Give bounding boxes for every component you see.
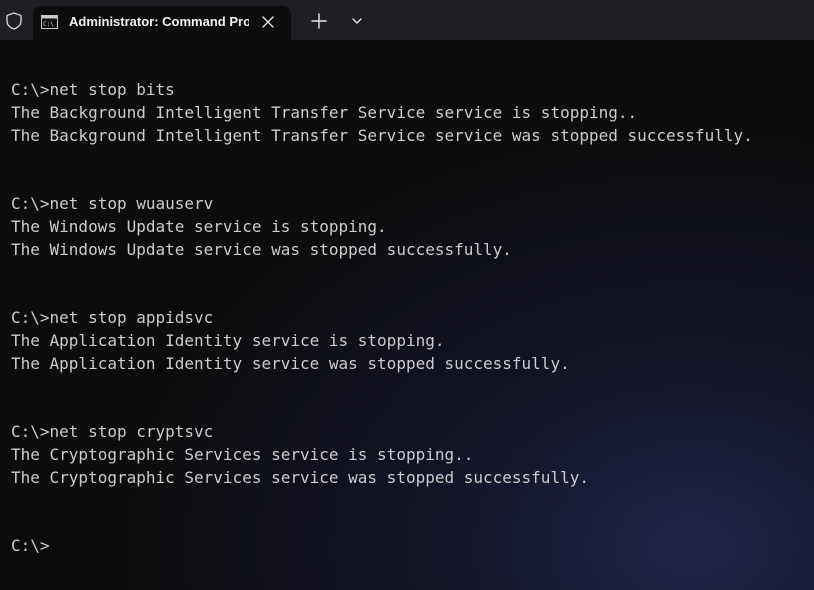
new-tab-button[interactable] — [308, 10, 330, 32]
chevron-down-icon[interactable] — [348, 12, 366, 30]
terminal-window: C:\ Administrator: Command Pro C:\>net s… — [0, 0, 814, 590]
terminal-line: The Cryptographic Services service is st… — [11, 445, 474, 464]
terminal-line: C:\>net stop cryptsvc — [11, 422, 214, 441]
terminal-line: The Background Intelligent Transfer Serv… — [11, 126, 753, 145]
terminal-line: The Background Intelligent Transfer Serv… — [11, 103, 638, 122]
terminal-line: The Windows Update service was stopped s… — [11, 240, 512, 259]
terminal-line: C:\>net stop bits — [11, 80, 175, 99]
terminal-line: The Application Identity service is stop… — [11, 331, 445, 350]
shield-icon — [6, 12, 22, 30]
tab-command-prompt[interactable]: C:\ Administrator: Command Pro — [33, 6, 291, 40]
close-icon[interactable] — [260, 14, 276, 30]
terminal-line: The Application Identity service was sto… — [11, 354, 570, 373]
terminal-line: The Cryptographic Services service was s… — [11, 468, 589, 487]
terminal-output[interactable]: C:\>net stop bits The Background Intelli… — [0, 40, 814, 590]
svg-text:C:\: C:\ — [43, 21, 54, 28]
terminal-line: C:\>net stop appidsvc — [11, 308, 214, 327]
terminal-line: C:\>net stop wuauserv — [11, 194, 214, 213]
tab-title: Administrator: Command Pro — [69, 14, 249, 29]
terminal-line: The Windows Update service is stopping. — [11, 217, 387, 236]
terminal-prompt[interactable]: C:\> — [11, 536, 50, 556]
title-bar: C:\ Administrator: Command Pro — [0, 0, 814, 40]
command-prompt-icon: C:\ — [41, 15, 58, 29]
